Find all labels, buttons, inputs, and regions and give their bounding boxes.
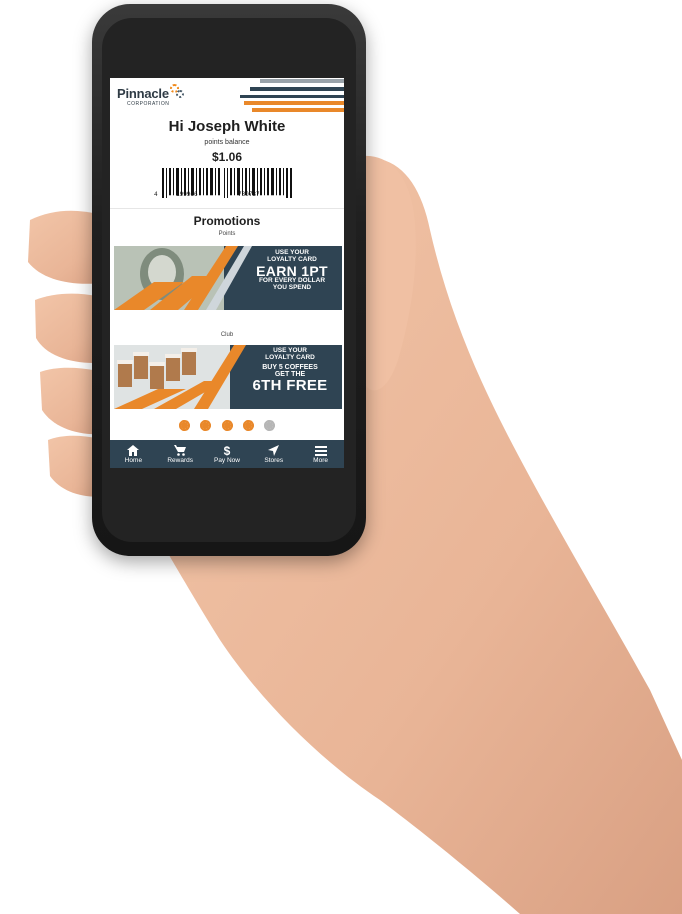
location-arrow-icon (267, 444, 279, 456)
promo-text-points: USE YOUR LOYALTY CARD EARN 1PT FOR EVERY… (246, 249, 338, 292)
header-stripes (240, 79, 344, 112)
greeting: Hi Joseph White (168, 118, 286, 135)
logo-name: Pinnacle (117, 86, 169, 101)
bottom-nav: Home Rewards $ Pay Now Stores More (110, 440, 344, 468)
promo-caption-points: Points (218, 231, 236, 237)
promo-headline: EARN 1PT (256, 262, 328, 279)
carousel-dot-inactive[interactable] (264, 420, 276, 431)
barcode-digit-group-1: 199966 (176, 191, 198, 198)
nav-home[interactable]: Home (110, 440, 157, 468)
points-balance-label: points balance (204, 139, 250, 146)
pinnacle-logo: Pinnacle CORPORATION (114, 84, 184, 112)
promo-line: YOU SPEND (272, 284, 312, 292)
carousel-dot-active[interactable] (200, 420, 212, 431)
app-header: Pinnacle CORPORATION (110, 78, 344, 116)
nav-more[interactable]: More (297, 440, 344, 468)
nav-stores[interactable]: Stores (250, 440, 297, 468)
promo-line: LOYALTY CARD (265, 353, 315, 361)
barcode-digit-prefix: 4 (154, 191, 158, 198)
nav-label: More (313, 456, 328, 464)
svg-text:$: $ (224, 445, 231, 456)
carousel-dot-active[interactable] (242, 420, 254, 431)
carousel-dot-active[interactable] (178, 420, 190, 431)
divider (110, 208, 344, 209)
points-balance-value: $1.06 (211, 150, 243, 164)
promo-headline: 6TH FREE (252, 377, 328, 395)
nav-label: Pay Now (213, 456, 240, 464)
carousel-indicator (110, 418, 344, 432)
promo-banner-club[interactable]: USE YOUR LOYALTY CARD BUY 5 COFFEES GET … (114, 345, 342, 409)
nav-pay-now[interactable]: $ Pay Now (204, 440, 251, 468)
nav-label: Stores (264, 456, 284, 464)
menu-icon (314, 445, 327, 456)
promo-caption-club: Club (220, 332, 234, 338)
carousel-dot-active[interactable] (221, 420, 233, 431)
promo-text-club: USE YOUR LOYALTY CARD BUY 5 COFFEES GET … (242, 347, 338, 395)
promo-line: BUY 5 COFFEES (262, 363, 318, 371)
promo-banner-points[interactable]: USE YOUR LOYALTY CARD EARN 1PT FOR EVERY… (114, 246, 342, 310)
dollar-icon: $ (224, 445, 231, 456)
gear-icon (176, 90, 184, 98)
logo-subtitle: CORPORATION (127, 101, 170, 107)
home-icon (127, 444, 140, 456)
nav-label: Rewards (167, 456, 194, 464)
promotions-title: Promotions (193, 214, 261, 228)
cart-icon (174, 444, 187, 456)
app-screen: Pinnacle CORPORATION Hi Joseph White poi… (110, 78, 344, 468)
nav-label: Home (124, 456, 143, 464)
nav-rewards[interactable]: Rewards (157, 440, 204, 468)
barcode-digit-group-2: 730737 (238, 191, 260, 198)
